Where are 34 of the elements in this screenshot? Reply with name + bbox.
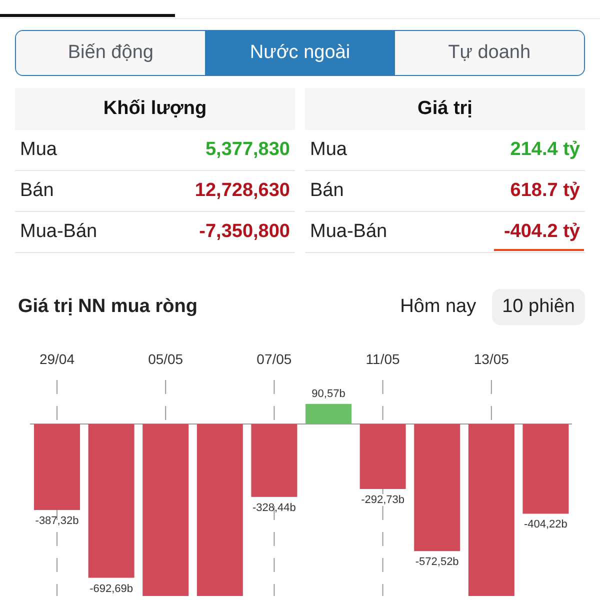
row-value: -404.2 tỷ [504, 221, 580, 242]
row-value: 5,377,830 [205, 139, 290, 160]
chart-title: Giá trị NN mua ròng [18, 296, 198, 318]
value-label: -387,32b [35, 514, 79, 527]
column-title: Khối lượng [103, 98, 207, 120]
bar [306, 404, 352, 424]
row-label: Bán [310, 180, 344, 202]
row-value: 214.4 tỷ [510, 139, 580, 160]
row-label: Mua-Bán [20, 221, 98, 243]
value-label: -572,52b [415, 556, 459, 568]
row-label: Mua [20, 139, 57, 161]
row-value: 618.7 tỷ [510, 180, 580, 201]
value-label: -328,44b [252, 502, 296, 514]
row-label: Mua-Bán [310, 221, 388, 243]
row-value: -7,350,800 [199, 221, 290, 242]
row-label: Mua [310, 139, 347, 161]
row-label: Bán [20, 180, 54, 202]
column-title: Giá trị [418, 98, 472, 120]
axis-label: 07/05 [256, 351, 292, 367]
period-button[interactable]: Hôm nay [390, 289, 486, 325]
value-label: -404,22b [524, 518, 568, 531]
value-label: -692,69b [90, 582, 134, 595]
axis-label: 13/05 [474, 351, 509, 367]
tab[interactable]: Tự doanh [394, 31, 584, 75]
period-button[interactable]: 10 phiên [492, 289, 585, 325]
row-value: 12,728,630 [194, 180, 290, 201]
axis-label: 29/04 [39, 351, 75, 367]
bar [360, 424, 406, 489]
value-label: 90,57b [312, 388, 346, 400]
tab[interactable]: Biến động [16, 31, 206, 75]
axis-label: 05/05 [148, 351, 184, 367]
value-label: -292,73b [361, 494, 405, 506]
tab[interactable]: Nước ngoài [205, 31, 395, 75]
axis-label: 11/05 [366, 351, 400, 367]
